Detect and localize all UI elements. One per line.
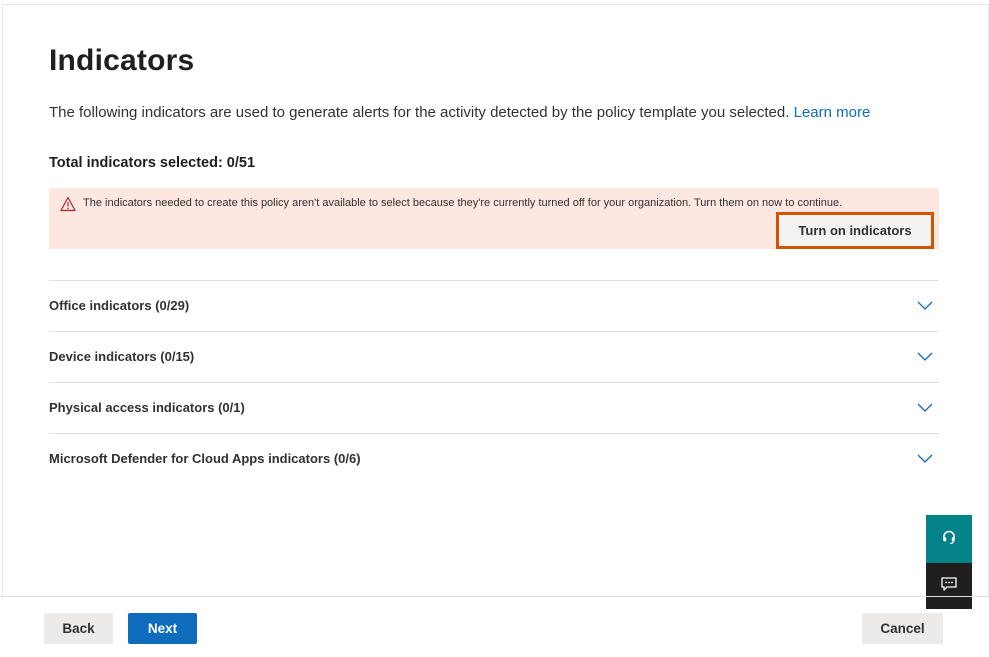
feedback-chat-icon	[940, 576, 958, 597]
chevron-down-icon[interactable]	[917, 298, 933, 310]
description-text: The following indicators are used to gen…	[49, 104, 790, 121]
chevron-down-icon[interactable]	[917, 400, 933, 412]
accordion-item-label: Physical access indicators (0/1)	[49, 400, 245, 415]
accordion-item-device[interactable]: Device indicators (0/15)	[49, 331, 939, 382]
feedback-button[interactable]	[926, 563, 972, 609]
accordion-item-office[interactable]: Office indicators (0/29)	[49, 280, 939, 331]
headset-help-icon	[941, 529, 957, 550]
wizard-panel: Indicators The following indicators are …	[0, 0, 989, 657]
top-divider	[2, 4, 989, 5]
next-button[interactable]: Next	[128, 613, 197, 644]
indicators-accordion: Office indicators (0/29) Device indicato…	[49, 280, 939, 484]
accordion-item-label: Office indicators (0/29)	[49, 298, 190, 313]
chevron-down-icon[interactable]	[917, 451, 933, 463]
footer-divider	[0, 596, 989, 597]
accordion-item-physical-access[interactable]: Physical access indicators (0/1)	[49, 382, 939, 433]
learn-more-link[interactable]: Learn more	[794, 104, 871, 121]
page-description: The following indicators are used to gen…	[49, 104, 870, 121]
cancel-button[interactable]: Cancel	[862, 613, 943, 644]
warning-triangle-icon	[60, 196, 76, 212]
accordion-item-defender-cloud-apps[interactable]: Microsoft Defender for Cloud Apps indica…	[49, 433, 939, 484]
help-button[interactable]	[926, 515, 972, 563]
warning-message-bar: The indicators needed to create this pol…	[49, 188, 939, 249]
page-title: Indicators	[49, 44, 195, 77]
warning-text: The indicators needed to create this pol…	[83, 197, 843, 209]
accordion-item-label: Device indicators (0/15)	[49, 349, 195, 364]
left-divider	[2, 4, 3, 596]
back-button[interactable]: Back	[44, 613, 113, 644]
total-indicators-selected: Total indicators selected: 0/51	[49, 155, 256, 171]
turn-on-indicators-button[interactable]: Turn on indicators	[776, 212, 934, 249]
chevron-down-icon[interactable]	[917, 349, 933, 361]
accordion-item-label: Microsoft Defender for Cloud Apps indica…	[49, 451, 361, 466]
